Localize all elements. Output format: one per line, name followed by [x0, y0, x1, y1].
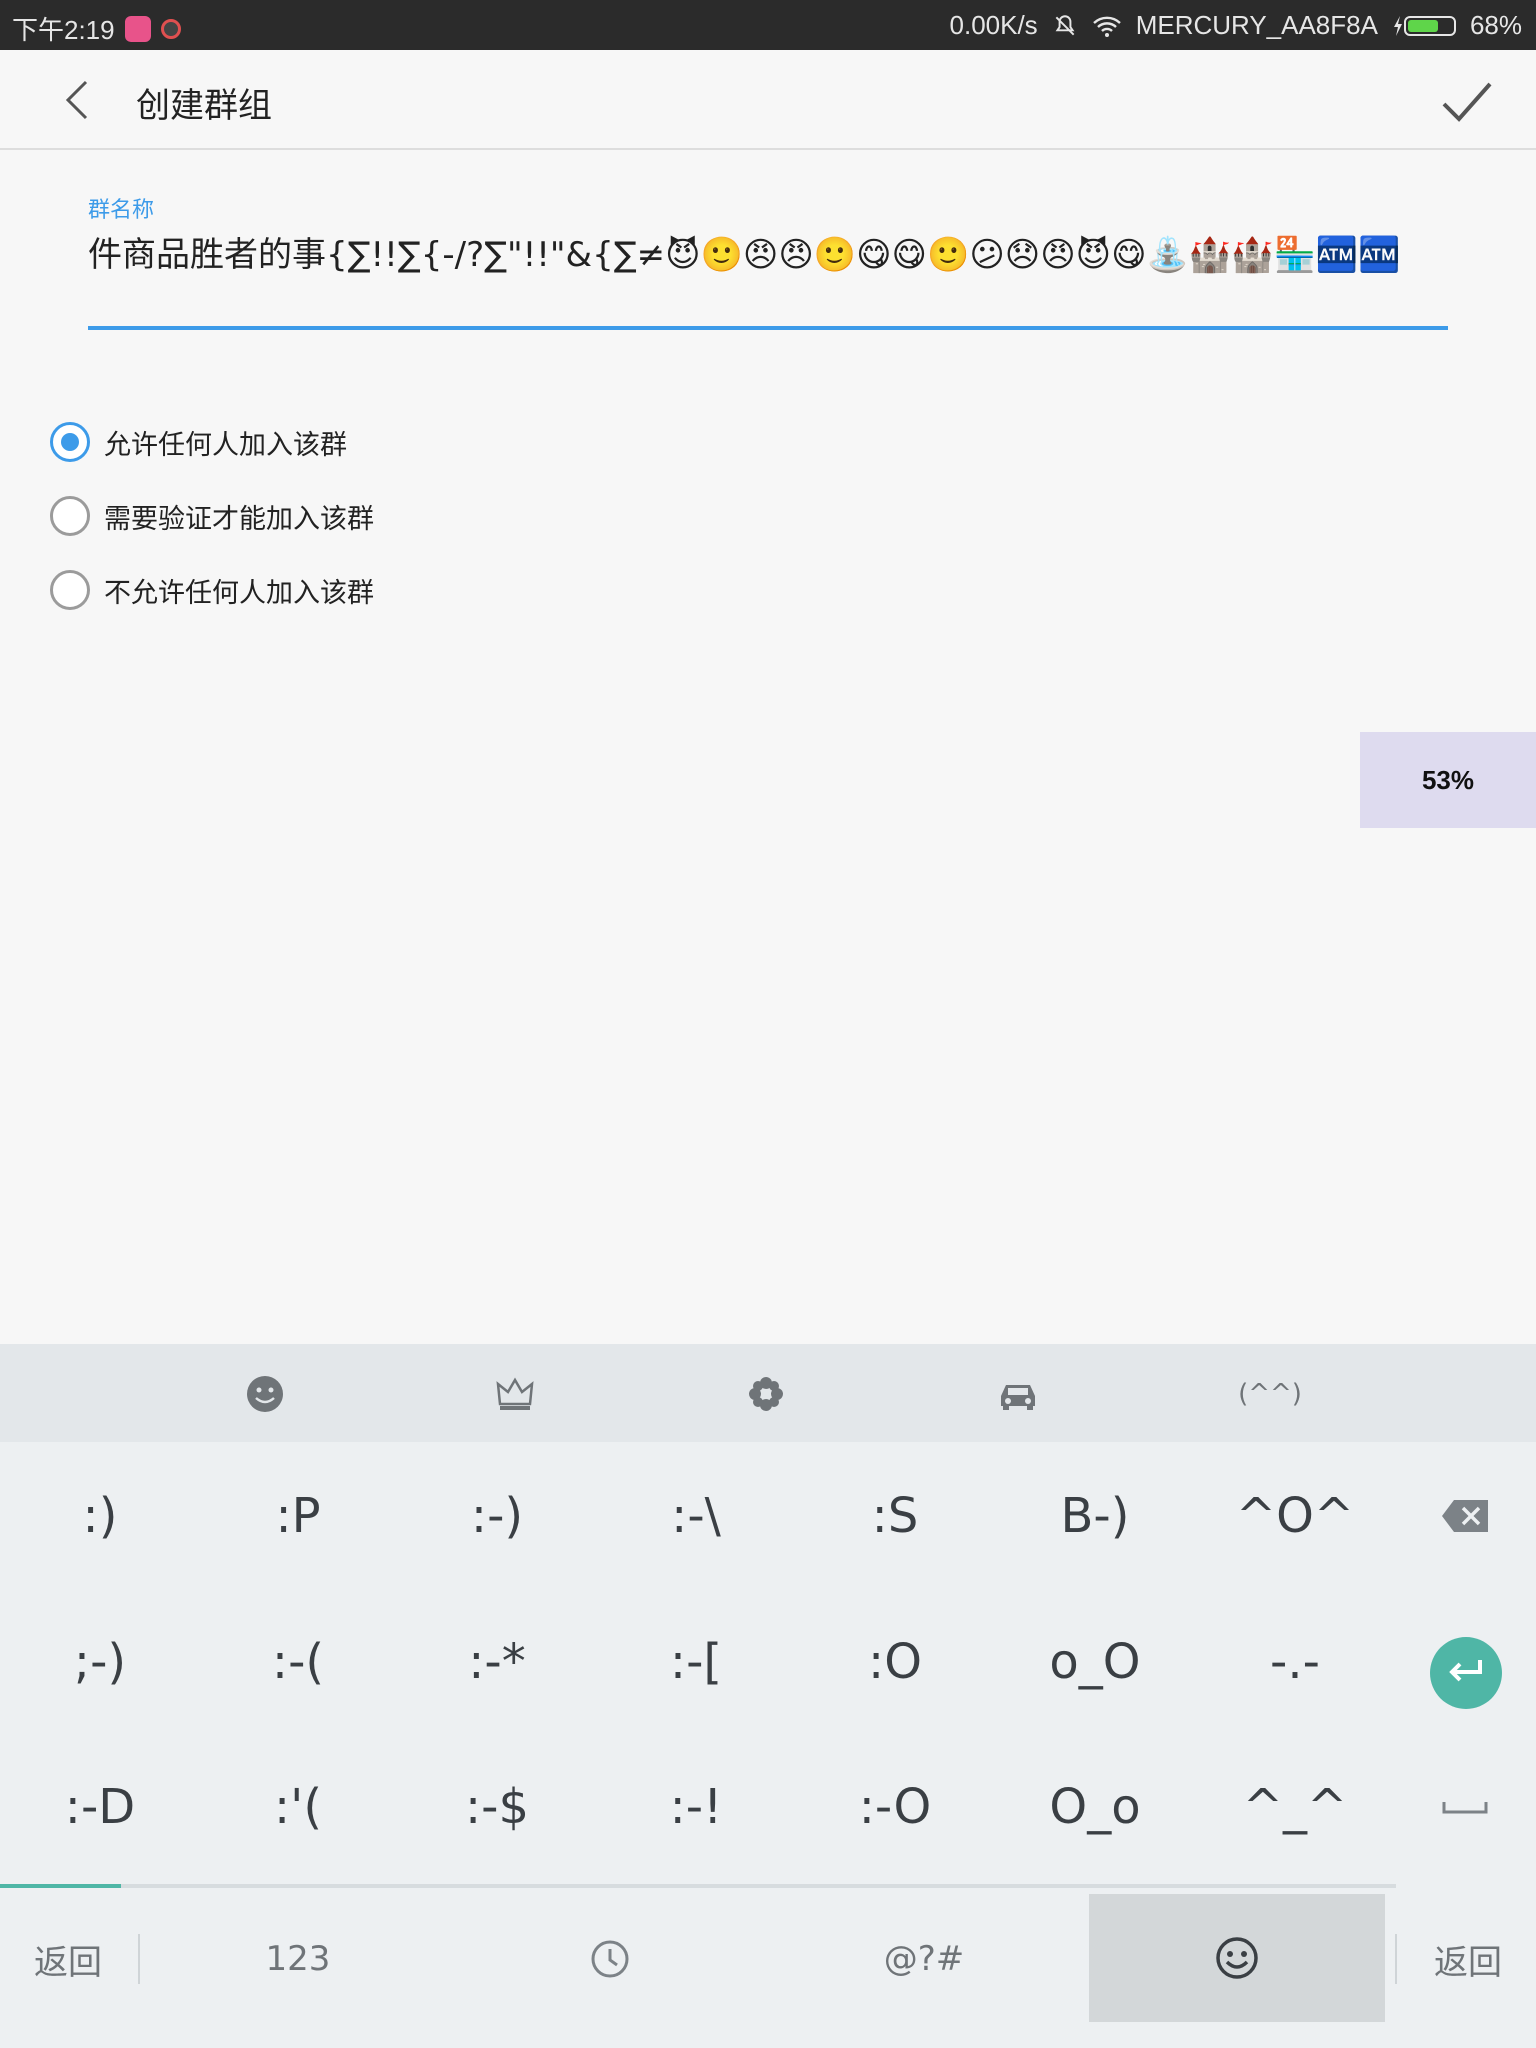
crown-icon[interactable] — [485, 1366, 545, 1422]
app-notification-icon — [124, 15, 151, 42]
checkmark-icon — [1442, 82, 1492, 122]
keyboard-category-bar: (^^) — [0, 1344, 1536, 1442]
battery-percent: 68% — [1469, 10, 1522, 40]
recent-key[interactable] — [510, 1894, 710, 2024]
smiley-icon — [1216, 1937, 1258, 1979]
space-bar-icon — [1442, 1802, 1488, 1814]
radio-option-disallow-anyone[interactable]: 不允许任何人加入该群 — [50, 553, 374, 627]
emoticon-key[interactable]: :O — [810, 1607, 980, 1717]
kaomoji-tab[interactable]: (^^) — [1238, 1366, 1302, 1422]
emoji-key-active[interactable] — [1089, 1894, 1385, 2022]
battery-icon — [1392, 15, 1456, 37]
emoticon-key[interactable]: o_O — [1010, 1607, 1180, 1717]
group-name-input[interactable]: 件商品胜者的事{∑!!∑{-/?∑"!!"&{∑≠😈🙂😠😠🙂😋😋🙂😕😞😠😈😋⛲🏰… — [88, 232, 1448, 330]
radio-button[interactable] — [50, 422, 90, 462]
wifi-name: MERCURY_AA8F8A — [1135, 10, 1378, 40]
radio-label: 需要验证才能加入该群 — [104, 503, 374, 535]
net-speed: 0.00K/s — [949, 10, 1038, 40]
backspace-key[interactable] — [1400, 1461, 1530, 1571]
emoticon-key[interactable]: -.- — [1210, 1607, 1380, 1717]
emoticon-key[interactable]: ;-) — [15, 1607, 185, 1717]
emoticon-key[interactable]: :-! — [611, 1752, 781, 1862]
emoticon-key[interactable]: :S — [810, 1461, 980, 1571]
back-key-right[interactable]: 返回 — [1400, 1894, 1536, 2024]
clock-icon — [591, 1940, 629, 1978]
emoticon-key[interactable]: :P — [213, 1461, 383, 1571]
back-button[interactable] — [50, 72, 106, 128]
emoticon-key[interactable]: O_o — [1010, 1752, 1180, 1862]
radio-option-require-verification[interactable]: 需要验证才能加入该群 — [50, 479, 374, 553]
emoticon-keyboard: (^^) :) :P :-) :-\ :S B-) ^O^ ;-) :-( :-… — [0, 1344, 1536, 2048]
tab-strip-active-indicator — [0, 1884, 122, 1888]
app-bar: 创建群组 — [0, 50, 1536, 150]
status-bar: 下午2:19 0.00K/s MERCURY_AA8F8A 68% — [0, 0, 1536, 50]
join-permission-radio-group: 允许任何人加入该群 需要验证才能加入该群 不允许任何人加入该群 — [50, 405, 374, 627]
chevron-left-icon — [65, 80, 88, 120]
app-notification-icon-2 — [160, 18, 181, 39]
space-key[interactable] — [1400, 1752, 1530, 1862]
emoticon-key[interactable]: :-) — [412, 1461, 582, 1571]
emoticon-key[interactable]: ^O^ — [1210, 1461, 1380, 1571]
radio-button[interactable] — [50, 570, 90, 610]
emoticon-key[interactable]: ^_^ — [1210, 1752, 1380, 1862]
flower-icon[interactable] — [736, 1366, 796, 1422]
tab-strip — [0, 1884, 1396, 1888]
emoticon-key[interactable]: :-D — [15, 1752, 185, 1862]
group-name-label: 群名称 — [88, 198, 155, 223]
emoticon-key[interactable]: :-$ — [412, 1752, 582, 1862]
emoticon-key[interactable]: :-\ — [611, 1461, 781, 1571]
car-icon[interactable] — [988, 1366, 1048, 1422]
radio-label: 允许任何人加入该群 — [104, 429, 347, 461]
back-key-left[interactable]: 返回 — [0, 1894, 136, 2024]
emoticon-key[interactable]: :-[ — [611, 1607, 781, 1717]
symbols-key[interactable]: @?# — [824, 1894, 1024, 2024]
radio-option-allow-anyone[interactable]: 允许任何人加入该群 — [50, 405, 374, 479]
divider — [1395, 1934, 1397, 1984]
enter-key[interactable] — [1430, 1637, 1502, 1709]
divider — [138, 1934, 140, 1984]
emoticon-key[interactable]: :-( — [213, 1607, 383, 1717]
keyboard-bottom-row: 返回 123 @?# 返回 — [0, 1894, 1536, 2048]
emoticon-key[interactable]: B-) — [1010, 1461, 1180, 1571]
confirm-button[interactable] — [1436, 72, 1496, 132]
backspace-icon — [1442, 1500, 1488, 1532]
smiley-icon[interactable] — [235, 1366, 295, 1422]
numbers-key[interactable]: 123 — [200, 1894, 396, 2024]
status-time: 下午2:19 — [12, 15, 115, 45]
emoticon-key[interactable]: :-O — [810, 1752, 980, 1862]
radio-button[interactable] — [50, 496, 90, 536]
enter-icon — [1449, 1660, 1482, 1682]
progress-badge: 53% — [1360, 732, 1536, 828]
emoticon-key[interactable]: :-* — [412, 1607, 582, 1717]
mute-bell-icon — [1055, 14, 1075, 35]
radio-label: 不允许任何人加入该群 — [104, 577, 374, 609]
emoticon-key[interactable]: :) — [15, 1461, 185, 1571]
emoticon-key[interactable]: :'( — [213, 1752, 383, 1862]
page-title: 创建群组 — [136, 86, 272, 126]
wifi-icon — [1092, 16, 1121, 37]
